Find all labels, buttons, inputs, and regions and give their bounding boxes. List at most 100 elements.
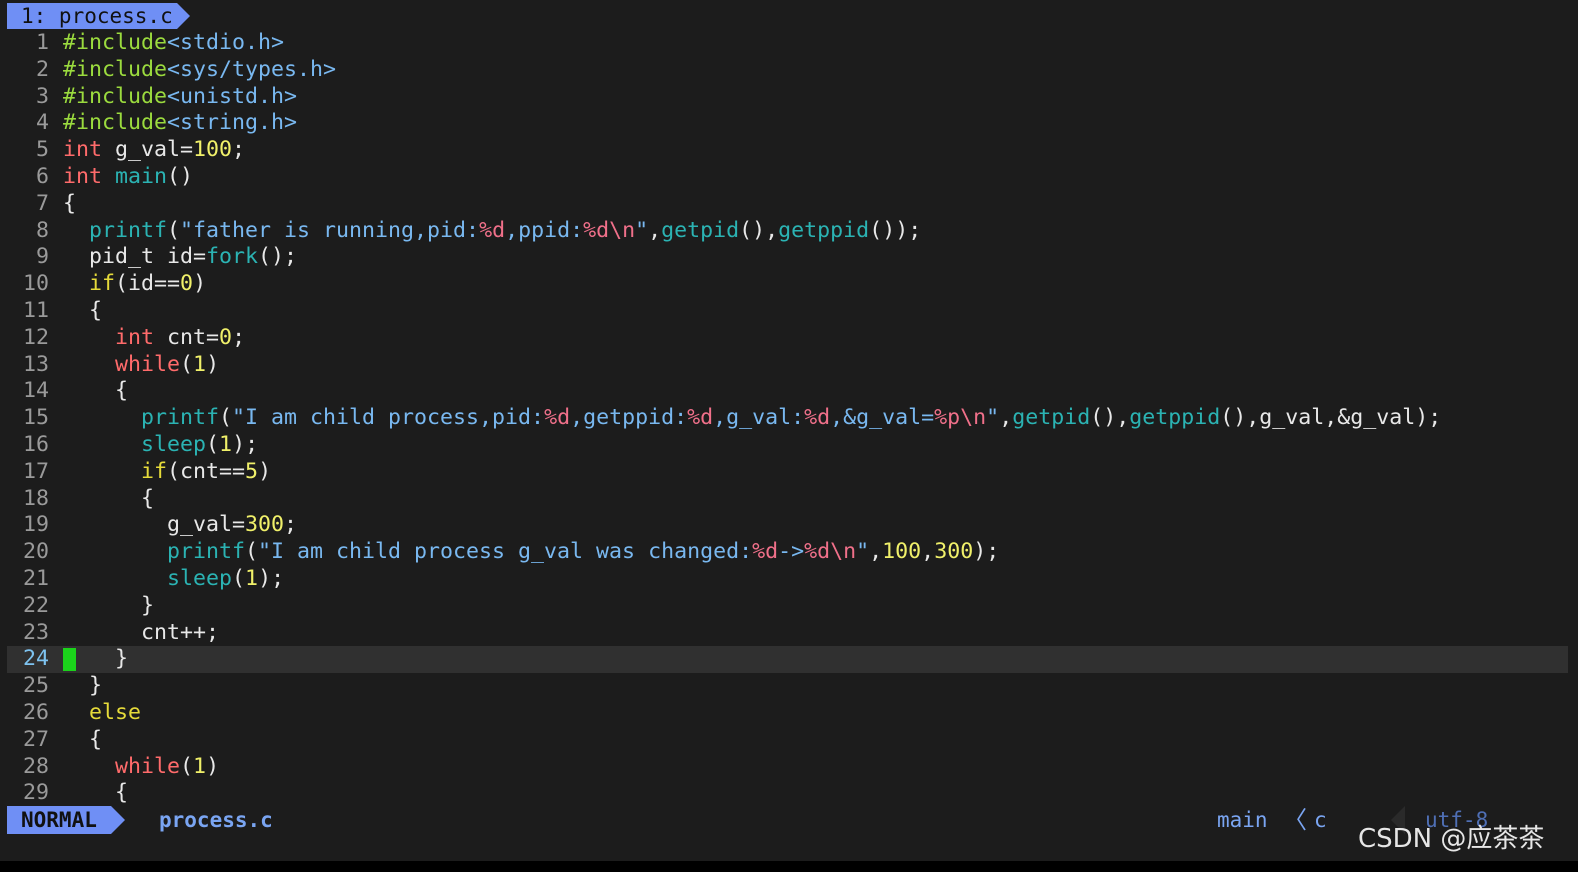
code-line[interactable]: 23 cnt++; [7,620,1568,647]
code-token: ; [232,324,246,350]
code-line[interactable]: 25 } [7,673,1568,700]
line-text: g_val=300; [63,512,297,539]
code-token: "father is running,pid: [180,217,480,243]
code-token: ( [180,351,194,377]
code-line[interactable]: 5 int g_val=100; [7,137,1568,164]
code-token: while [115,351,181,377]
line-number: 22 [22,592,49,618]
code-token: %p\n [934,405,987,431]
code-token: printf [167,539,246,565]
line-number: 20 [22,539,49,565]
code-token: ( [245,539,259,565]
line-number: 23 [22,619,49,645]
code-line[interactable]: 3 #include<unistd.h> [7,84,1568,111]
code-line[interactable]: 7{ [7,191,1568,218]
code-line[interactable]: 9 pid_t id=fork(); [7,244,1568,271]
code-token: { [63,780,129,806]
code-token: { [63,485,155,511]
code-token: 100 [882,539,922,565]
code-line[interactable]: 14 { [7,378,1568,405]
line-text: #include<stdio.h> [63,30,284,57]
line-number: 25 [22,673,49,699]
line-number: 13 [22,351,49,377]
code-token: else [89,699,142,725]
code-token: cnt++; [63,619,220,645]
code-token: ); [232,431,259,457]
code-line[interactable]: 6 int main() [7,164,1568,191]
code-token: , [999,405,1013,431]
code-token: , [921,539,935,565]
buffer-tab-label[interactable]: 1: process.c [7,3,190,29]
line-text: while(1) [63,352,219,379]
code-token: " [856,539,870,565]
code-token: ,ppid: [505,217,584,243]
line-text: printf("father is running,pid:%d,ppid:%d… [63,218,921,245]
line-number: 5 [35,137,49,163]
code-token: , [869,539,883,565]
code-line[interactable]: 27 { [7,727,1568,754]
line-text: { [63,378,128,405]
line-text: while(1) [63,754,219,781]
code-token: -> [778,539,805,565]
code-token: getpid [1012,405,1091,431]
code-token: 300 [245,512,285,538]
line-text: { [63,780,128,807]
buffer-tab[interactable]: 1: process.c [7,3,190,29]
code-token: ,getppid: [570,405,688,431]
code-line[interactable]: 20 printf("I am child process g_val was … [7,539,1568,566]
code-line[interactable]: 4 #include<string.h> [7,110,1568,137]
code-token: 300 [934,539,974,565]
code-line[interactable]: 19 g_val=300; [7,512,1568,539]
code-editor[interactable]: 1 #include<stdio.h> 2 #include<sys/types.h>… [7,30,1568,807]
line-text: #include<string.h> [63,110,297,137]
code-token: cnt= [154,324,220,350]
code-line[interactable]: 21 sleep(1); [7,566,1568,593]
line-number: 15 [22,405,49,431]
code-line[interactable]: 11 { [7,298,1568,325]
code-line[interactable]: 17 if(cnt==5) [7,459,1568,486]
code-token: g_val= [63,512,246,538]
code-line[interactable]: 16 sleep(1); [7,432,1568,459]
code-line[interactable]: 26 else [7,700,1568,727]
code-token: 0 [180,271,194,297]
code-line-current[interactable]: 24 } [7,646,1568,674]
code-line[interactable]: 18 { [7,486,1568,513]
code-line[interactable]: 29 { [7,780,1568,807]
code-line[interactable]: 2 #include<sys/types.h> [7,57,1568,84]
line-number: 9 [35,244,49,270]
code-line[interactable]: 12 int cnt=0; [7,325,1568,352]
code-token: 1 [193,753,207,779]
code-token: (),g_val,&g_val); [1220,405,1442,431]
code-token: ; [232,137,246,163]
line-number: 28 [22,753,49,779]
line-number: 19 [22,512,49,538]
line-text: pid_t id=fork(); [63,244,297,271]
code-token: ()); [869,217,922,243]
watermark: CSDN @应茶茶 [1358,824,1545,854]
code-token: pid_t id= [63,244,207,270]
code-line[interactable]: 8 printf("father is running,pid:%d,ppid:… [7,218,1568,245]
code-line[interactable]: 13 while(1) [7,352,1568,379]
code-token: if [141,458,168,484]
line-number: 18 [22,485,49,511]
line-text: #include<sys/types.h> [63,57,336,84]
code-line[interactable]: 15 printf("I am child process,pid:%d,get… [7,405,1568,432]
line-number: 12 [22,324,49,350]
code-line[interactable]: 28 while(1) [7,754,1568,781]
line-number: 7 [35,190,49,216]
line-text: sleep(1); [63,566,284,593]
code-line[interactable]: 22 } [7,593,1568,620]
code-token: ( [180,753,194,779]
code-line[interactable]: 10 if(id==0) [7,271,1568,298]
code-token: 1 [193,351,207,377]
mode-indicator: NORMAL [7,806,125,834]
code-line[interactable]: 1 #include<stdio.h> [7,30,1568,57]
code-token: main [115,163,168,189]
